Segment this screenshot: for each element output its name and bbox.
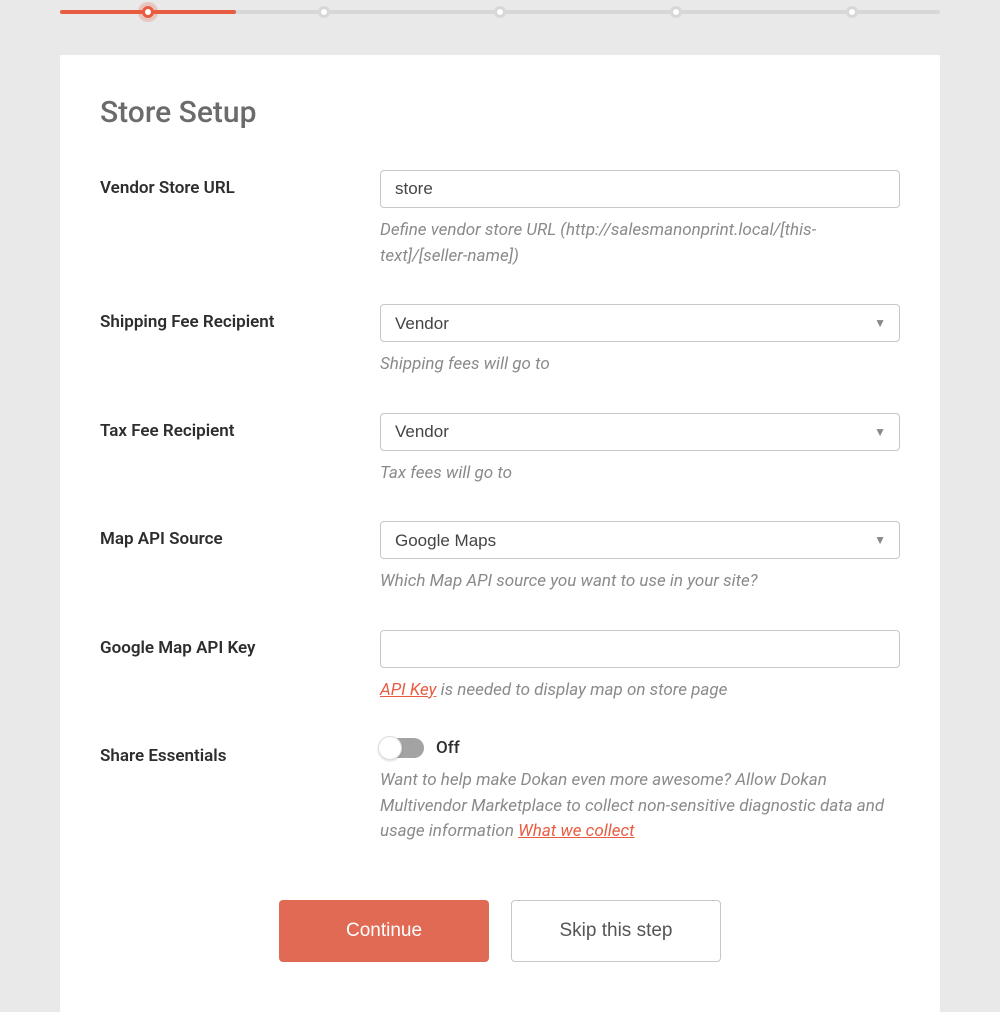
field-gmap-key: Google Map API Key API Key is needed to … [100, 630, 900, 704]
gmap-key-input[interactable] [380, 630, 900, 668]
shipping-fee-select[interactable]: Vendor [380, 304, 900, 342]
store-url-help: Define vendor store URL (http://salesman… [380, 218, 900, 269]
share-help: Want to help make Dokan even more awesom… [380, 768, 900, 845]
setup-progress [0, 0, 1000, 30]
gmap-key-label: Google Map API Key [100, 630, 380, 704]
share-toggle-state: Off [436, 738, 460, 758]
progress-step-5[interactable] [846, 6, 858, 18]
map-source-label: Map API Source [100, 521, 380, 595]
progress-nodes [60, 10, 940, 14]
field-map-source: Map API Source Google Maps ▼ Which Map A… [100, 521, 900, 595]
share-toggle[interactable] [380, 738, 424, 758]
skip-step-button[interactable]: Skip this step [511, 900, 721, 962]
tax-fee-select[interactable]: Vendor [380, 413, 900, 451]
action-buttons: Continue Skip this step [100, 900, 900, 962]
progress-step-2[interactable] [318, 6, 330, 18]
shipping-fee-help: Shipping fees will go to [380, 352, 900, 378]
progress-step-4[interactable] [670, 6, 682, 18]
toggle-knob [378, 736, 402, 760]
tax-fee-help: Tax fees will go to [380, 461, 900, 487]
gmap-key-help: API Key is needed to display map on stor… [380, 678, 900, 704]
what-we-collect-link[interactable]: What we collect [518, 821, 634, 841]
gmap-key-help-rest: is needed to display map on store page [436, 680, 727, 700]
setup-card: Store Setup Vendor Store URL Define vend… [60, 55, 940, 1012]
map-source-help: Which Map API source you want to use in … [380, 569, 900, 595]
store-url-input[interactable] [380, 170, 900, 208]
field-store-url: Vendor Store URL Define vendor store URL… [100, 170, 900, 269]
page-title: Store Setup [100, 95, 900, 130]
field-shipping-fee: Shipping Fee Recipient Vendor ▼ Shipping… [100, 304, 900, 378]
shipping-fee-label: Shipping Fee Recipient [100, 304, 380, 378]
progress-step-3[interactable] [494, 6, 506, 18]
field-tax-fee: Tax Fee Recipient Vendor ▼ Tax fees will… [100, 413, 900, 487]
field-share-essentials: Share Essentials Off Want to help make D… [100, 738, 900, 845]
share-essentials-label: Share Essentials [100, 738, 380, 845]
share-toggle-row: Off [380, 738, 900, 758]
tax-fee-label: Tax Fee Recipient [100, 413, 380, 487]
store-url-label: Vendor Store URL [100, 170, 380, 269]
progress-step-1[interactable] [142, 6, 154, 18]
map-source-select[interactable]: Google Maps [380, 521, 900, 559]
continue-button[interactable]: Continue [279, 900, 489, 962]
api-key-link[interactable]: API Key [380, 680, 436, 700]
